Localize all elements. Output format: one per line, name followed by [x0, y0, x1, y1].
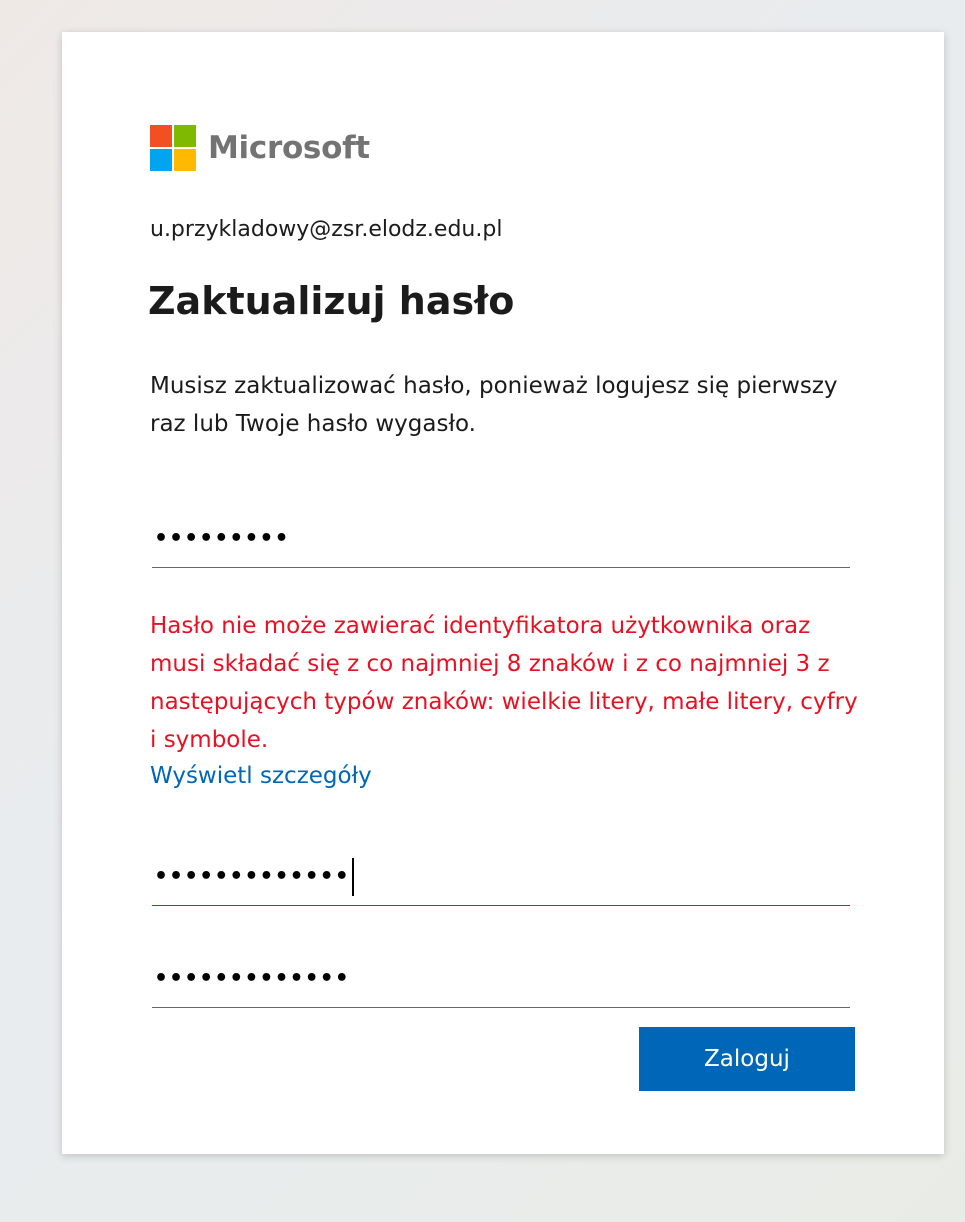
brand-name: Microsoft	[208, 130, 370, 166]
logo-square-yellow	[174, 149, 196, 171]
password-error-message: Hasło nie może zawierać identyfikatora u…	[150, 613, 858, 753]
logo-square-blue	[150, 149, 172, 171]
new-password-value: •••••••••••••	[154, 864, 350, 889]
current-password-value: •••••••••	[154, 526, 290, 551]
page-title: Zaktualizuj hasło	[148, 279, 515, 323]
account-email: u.przykladowy@zsr.elodz.edu.pl	[150, 217, 503, 242]
microsoft-logo: Microsoft	[150, 125, 370, 171]
confirm-password-value: •••••••••••••	[154, 966, 350, 991]
view-details-link[interactable]: Wyświetl szczegóły	[150, 763, 372, 789]
new-password-field[interactable]: •••••••••••••	[152, 848, 850, 906]
sign-in-button[interactable]: Zaloguj	[639, 1027, 855, 1091]
logo-square-red	[150, 125, 172, 147]
page-description: Musisz zaktualizować hasło, ponieważ log…	[150, 373, 838, 437]
microsoft-logo-icon	[150, 125, 196, 171]
sign-in-card: Microsoft u.przykladowy@zsr.elodz.edu.pl…	[62, 32, 944, 1154]
current-password-field[interactable]: •••••••••	[152, 510, 850, 568]
confirm-password-field[interactable]: •••••••••••••	[152, 950, 850, 1008]
logo-square-green	[174, 125, 196, 147]
text-cursor	[351, 857, 354, 896]
